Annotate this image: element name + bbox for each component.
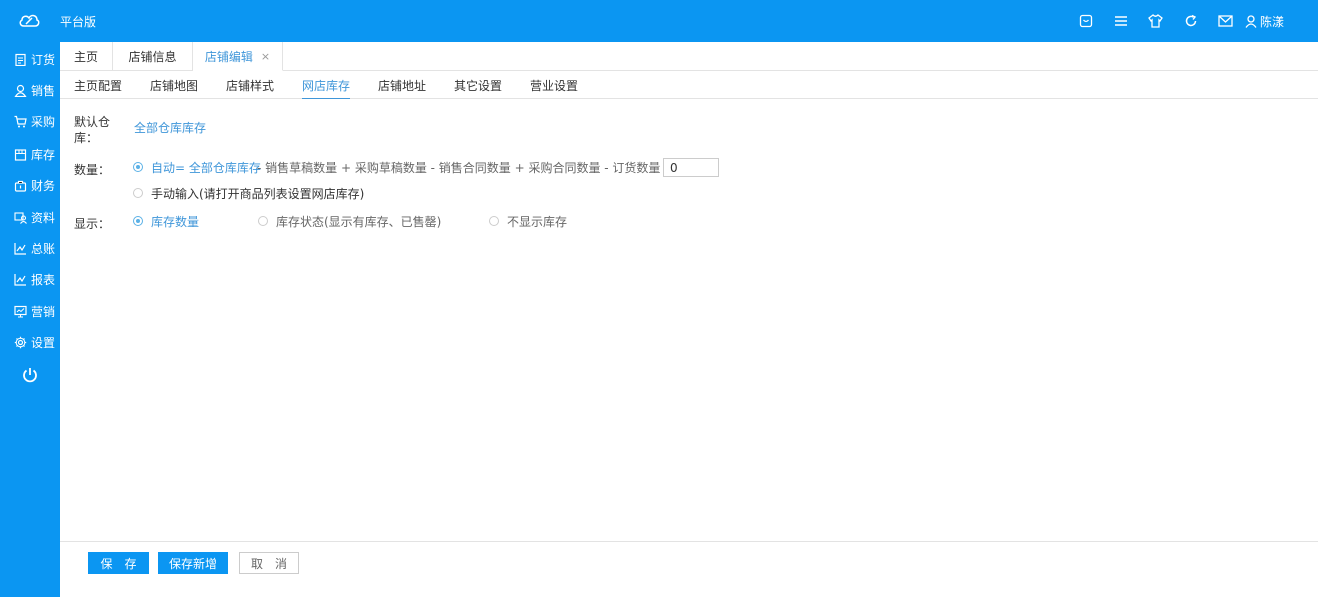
user-name: 陈漾: [1259, 14, 1284, 29]
shirt-icon[interactable]: [1147, 12, 1165, 30]
tab-label: 店铺编辑: [204, 49, 253, 64]
mail-icon[interactable]: [1217, 12, 1235, 30]
user-icon: [1245, 14, 1257, 28]
chart-icon: [14, 242, 26, 255]
close-icon[interactable]: ×: [261, 50, 270, 63]
subtab-shop-address[interactable]: 店铺地址: [378, 77, 426, 98]
tab-label: 主页: [73, 50, 98, 64]
subtab-business-settings[interactable]: 营业设置: [530, 77, 578, 98]
sidebar-item-label: 订货: [31, 52, 56, 67]
quantity-auto-formula: - 销售草稿数量 + 采购草稿数量 - 销售合同数量 + 采购合同数量 - 订货…: [257, 161, 669, 175]
warehouse-label-line1: 默认仓: [74, 115, 111, 129]
top-bar: 平台版 陈漾: [0, 0, 1318, 42]
sidebar-item-data[interactable]: 资料: [0, 202, 60, 232]
footer-divider: [60, 541, 1318, 542]
quantity-manual-radio[interactable]: [133, 188, 143, 198]
sidebar: 订货 销售 采购 库存 财务 资料 总账 报表 营销 设置: [0, 42, 60, 597]
sidebar-item-label: 营销: [31, 304, 56, 319]
clipboard-icon: [15, 53, 26, 66]
cart-icon: [14, 115, 27, 127]
quantity-manual-label: 手动输入(请打开商品列表设置网店库存): [151, 187, 365, 201]
sidebar-item-label: 采购: [31, 114, 56, 129]
tab-bar: 主页 店铺信息 店铺编辑 ×: [60, 42, 1318, 71]
menu-icon[interactable]: [1112, 12, 1130, 30]
sidebar-item-inventory[interactable]: 库存: [0, 139, 60, 169]
subtab-other-settings[interactable]: 其它设置: [454, 77, 502, 98]
tab-home[interactable]: 主页: [60, 42, 113, 71]
sidebar-item-label: 财务: [31, 178, 56, 193]
sidebar-item-label: 设置: [31, 335, 56, 350]
sidebar-item-reports[interactable]: 报表: [0, 264, 60, 294]
sidebar-item-label: 报表: [31, 272, 56, 287]
display-stock-qty-label: 库存数量: [151, 215, 200, 229]
refresh-icon[interactable]: [1182, 12, 1200, 30]
warehouse-label-line2: 库：: [74, 131, 99, 145]
quantity-label: 数量：: [74, 163, 111, 177]
chart-icon: [14, 273, 26, 286]
sidebar-item-sales[interactable]: 销售: [0, 75, 60, 105]
sidebar-item-label: 总账: [31, 241, 56, 256]
subtab-online-stock[interactable]: 网店库存: [302, 77, 351, 99]
quantity-auto-prefix: 自动= 全部仓库库存: [151, 161, 261, 175]
display-none-radio[interactable]: [489, 216, 499, 226]
sidebar-item-label: 库存: [31, 147, 56, 162]
subtab-home-config[interactable]: 主页配置: [74, 77, 122, 98]
monitor-icon: [14, 305, 27, 317]
user-menu[interactable]: 陈漾: [1245, 13, 1284, 30]
power-icon[interactable]: [21, 366, 39, 384]
tablet-icon[interactable]: [1077, 12, 1095, 30]
save-new-button[interactable]: 保存新增: [158, 552, 228, 574]
box-icon: [14, 148, 27, 161]
tab-label: 店铺信息: [128, 50, 177, 64]
person-icon: [14, 84, 27, 97]
display-stock-status-label: 库存状态(显示有库存、已售罄): [276, 215, 442, 229]
sidebar-item-settings[interactable]: 设置: [0, 327, 60, 357]
subtab-shop-map[interactable]: 店铺地图: [150, 77, 198, 98]
sub-tab-bar: 主页配置 店铺地图 店铺样式 网店库存 店铺地址 其它设置 营业设置: [60, 71, 1318, 99]
cancel-button[interactable]: 取 消: [239, 552, 299, 574]
sidebar-item-label: 销售: [31, 83, 56, 98]
sidebar-item-ledger[interactable]: 总账: [0, 233, 60, 263]
bag-icon: [14, 180, 27, 192]
save-button[interactable]: 保 存: [88, 552, 149, 574]
display-stock-qty-radio[interactable]: [133, 216, 143, 226]
tab-shop-edit[interactable]: 店铺编辑 ×: [193, 42, 283, 71]
sidebar-item-purchase[interactable]: 采购: [0, 106, 60, 136]
sidebar-item-label: 资料: [31, 210, 56, 225]
cloud-logo-icon: [19, 14, 40, 27]
display-none-label: 不显示库存: [507, 215, 568, 229]
sidebar-item-marketing[interactable]: 营销: [0, 296, 60, 326]
display-stock-status-radio[interactable]: [258, 216, 268, 226]
quantity-auto-radio[interactable]: [133, 162, 143, 172]
tab-shop-info[interactable]: 店铺信息: [113, 42, 193, 71]
subtab-shop-style[interactable]: 店铺样式: [226, 77, 274, 98]
people-icon: [14, 211, 27, 224]
display-label: 显示：: [74, 217, 111, 231]
auto-quantity-input[interactable]: [663, 158, 719, 177]
sidebar-item-finance[interactable]: 财务: [0, 170, 60, 200]
warehouse-select-link[interactable]: 全部仓库库存: [134, 119, 206, 136]
gear-icon: [14, 336, 27, 348]
sidebar-item-orders[interactable]: 订货: [0, 44, 60, 74]
app-title: 平台版: [60, 15, 97, 29]
